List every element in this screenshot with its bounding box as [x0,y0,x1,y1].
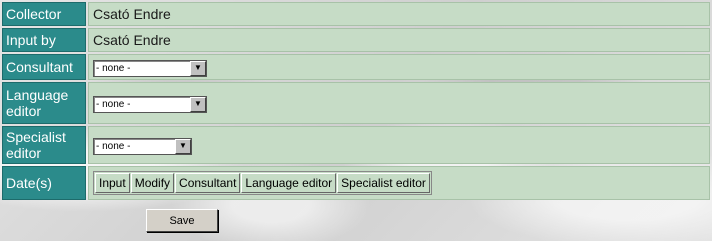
consultant-cell: - none - ▼ [88,54,710,80]
consultant-row: Consultant - none - ▼ [2,54,710,80]
date-language-editor-button[interactable]: Language editor [241,173,337,193]
dates-row: Date(s) Input Modify Consultant Language… [2,166,710,200]
consultant-label: Consultant [2,54,86,80]
save-button[interactable]: Save [146,209,218,232]
chevron-down-icon[interactable]: ▼ [190,60,206,76]
dates-label: Date(s) [2,166,86,200]
date-consultant-button[interactable]: Consultant [175,173,241,193]
date-specialist-editor-button[interactable]: Specialist editor [337,173,430,193]
date-buttons: Input Modify Consultant Language editor … [93,171,432,195]
language-editor-row: Language editor - none - ▼ [2,82,710,124]
chevron-down-icon[interactable]: ▼ [175,138,191,154]
date-modify-button[interactable]: Modify [130,173,175,193]
specialist-editor-select[interactable]: - none - ▼ [93,137,192,155]
language-editor-label: Language editor [2,82,86,124]
input-by-row: Input by Csató Endre [2,28,710,52]
consultant-select[interactable]: - none - ▼ [93,59,207,77]
input-by-label: Input by [2,28,86,52]
language-editor-select[interactable]: - none - ▼ [93,95,207,113]
specialist-editor-selected-value: - none - [96,140,131,152]
input-by-value: Csató Endre [88,28,710,52]
consultant-selected-value: - none - [96,62,131,74]
collector-label: Collector [2,2,86,26]
specialist-editor-label: Specialist editor [2,126,86,164]
chevron-down-icon[interactable]: ▼ [190,96,206,112]
collector-value: Csató Endre [88,2,710,26]
language-editor-selected-value: - none - [96,98,131,110]
date-input-button[interactable]: Input [95,173,130,193]
dates-cell: Input Modify Consultant Language editor … [88,166,710,200]
specialist-editor-cell: - none - ▼ [88,126,710,164]
collector-row: Collector Csató Endre [2,2,710,26]
specialist-editor-row: Specialist editor - none - ▼ [2,126,710,164]
language-editor-cell: - none - ▼ [88,82,710,124]
record-form: Collector Csató Endre Input by Csató End… [0,0,712,202]
